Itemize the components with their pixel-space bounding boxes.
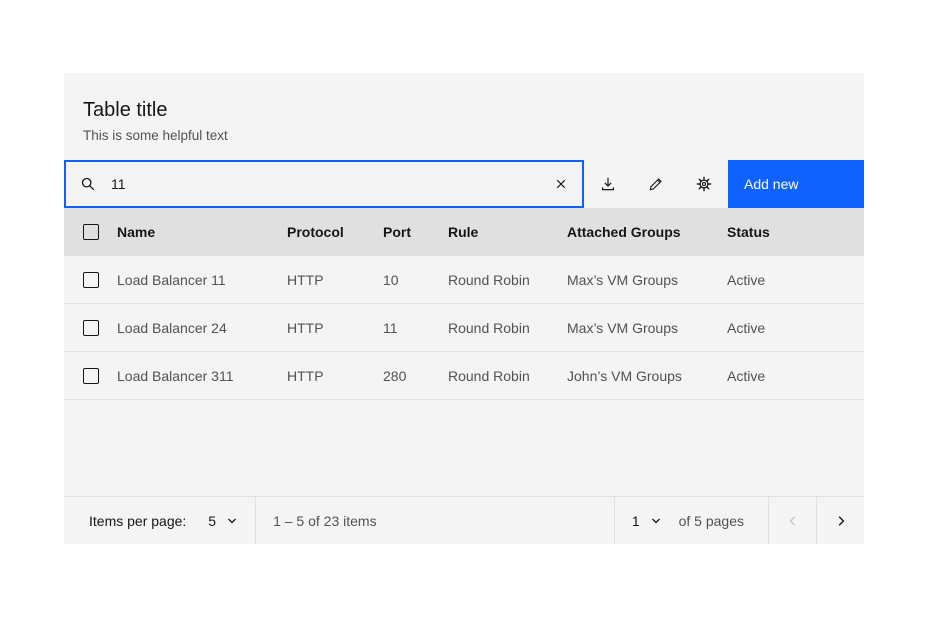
pagination-range-text: 1 – 5 of 23 items xyxy=(256,497,377,544)
page-number-select[interactable]: 1 xyxy=(614,497,679,544)
settings-button[interactable] xyxy=(680,160,728,208)
cell-status: Active xyxy=(727,272,864,288)
cell-port: 280 xyxy=(383,368,448,384)
items-per-page-label: Items per page: xyxy=(64,497,186,544)
cell-rule: Round Robin xyxy=(448,272,567,288)
column-header-attached-groups: Attached Groups xyxy=(567,224,727,240)
clear-search-button[interactable] xyxy=(540,162,582,206)
column-header-port: Port xyxy=(383,224,448,240)
cell-status: Active xyxy=(727,368,864,384)
download-button[interactable] xyxy=(584,160,632,208)
caret-left-icon xyxy=(785,513,801,529)
cell-attached-groups: John’s VM Groups xyxy=(567,368,727,384)
column-header-status: Status xyxy=(727,224,864,240)
table-empty-space xyxy=(64,400,864,496)
table-row: Load Balancer 311 HTTP 280 Round Robin J… xyxy=(64,352,864,400)
cell-protocol: HTTP xyxy=(287,320,383,336)
page-title: Table title xyxy=(83,97,848,123)
pages-count-text: of 5 pages xyxy=(679,497,768,544)
cell-protocol: HTTP xyxy=(287,368,383,384)
select-all-checkbox[interactable] xyxy=(83,224,99,240)
row-checkbox[interactable] xyxy=(83,320,99,336)
cell-name: Load Balancer 24 xyxy=(117,320,287,336)
pagination-bar: Items per page: 5 1 – 5 of 23 items 1 of… xyxy=(64,496,864,544)
column-header-protocol: Protocol xyxy=(287,224,383,240)
download-icon xyxy=(600,176,616,192)
caret-right-icon xyxy=(833,513,849,529)
cell-status: Active xyxy=(727,320,864,336)
cell-rule: Round Robin xyxy=(448,368,567,384)
add-new-button[interactable]: Add new xyxy=(728,160,864,208)
table-row: Load Balancer 24 HTTP 11 Round Robin Max… xyxy=(64,304,864,352)
search-field xyxy=(64,160,584,208)
chevron-down-icon xyxy=(650,515,662,527)
cell-name: Load Balancer 311 xyxy=(117,368,287,384)
next-page-button[interactable] xyxy=(816,497,864,544)
items-per-page-value: 5 xyxy=(208,513,216,529)
cell-attached-groups: Max’s VM Groups xyxy=(567,272,727,288)
page-number-value: 1 xyxy=(632,513,640,529)
chevron-down-icon xyxy=(226,515,238,527)
table-header-row: Name Protocol Port Rule Attached Groups … xyxy=(64,208,864,256)
pagination-left: Items per page: 5 1 – 5 of 23 items xyxy=(64,497,377,544)
column-header-rule: Rule xyxy=(448,224,567,240)
row-checkbox[interactable] xyxy=(83,272,99,288)
page-subtitle: This is some helpful text xyxy=(83,127,848,145)
table-row: Load Balancer 11 HTTP 10 Round Robin Max… xyxy=(64,256,864,304)
cell-name: Load Balancer 11 xyxy=(117,272,287,288)
edit-icon xyxy=(648,176,664,192)
row-checkbox[interactable] xyxy=(83,368,99,384)
cell-rule: Round Robin xyxy=(448,320,567,336)
cell-attached-groups: Max’s VM Groups xyxy=(567,320,727,336)
cell-protocol: HTTP xyxy=(287,272,383,288)
items-per-page-select[interactable]: 5 xyxy=(191,497,256,544)
previous-page-button[interactable] xyxy=(768,497,816,544)
close-icon xyxy=(553,176,569,192)
table-header: Table title This is some helpful text xyxy=(64,73,864,160)
search-input[interactable] xyxy=(96,176,540,192)
table-toolbar: Add new xyxy=(64,160,864,208)
cell-port: 10 xyxy=(383,272,448,288)
edit-button[interactable] xyxy=(632,160,680,208)
gear-icon xyxy=(696,176,712,192)
cell-port: 11 xyxy=(383,320,448,336)
column-header-name: Name xyxy=(117,224,287,240)
pagination-right: 1 of 5 pages xyxy=(614,497,864,544)
search-icon xyxy=(66,176,96,192)
data-table-card: Table title This is some helpful text xyxy=(64,73,864,544)
